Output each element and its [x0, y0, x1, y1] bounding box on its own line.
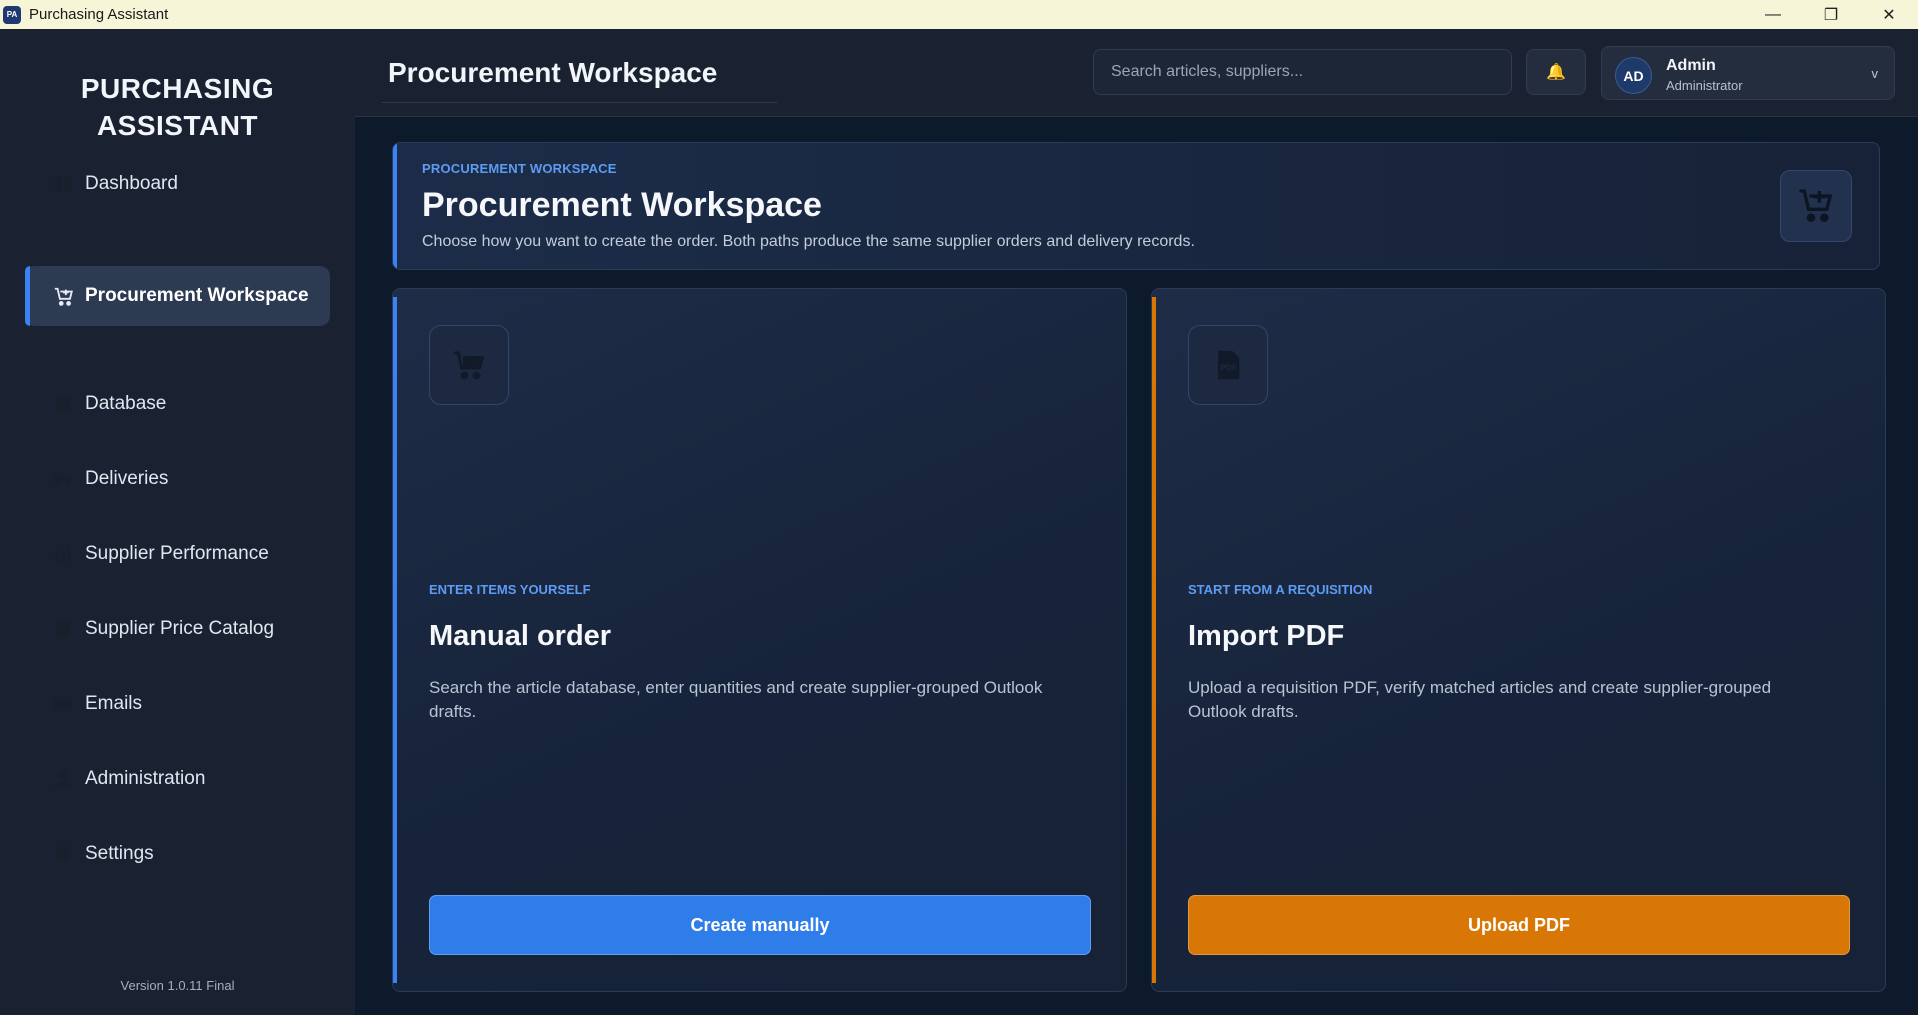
notifications-button[interactable]: 🔔	[1526, 49, 1586, 95]
sidebar-item-label: Deliveries	[85, 468, 169, 489]
main-content: PROCUREMENT WORKSPACE Procurement Worksp…	[355, 117, 1918, 1015]
window-titlebar: PA Purchasing Assistant — ❐ ✕	[0, 0, 1918, 29]
pdf-icon: PDF	[1188, 325, 1268, 405]
dashboard-icon	[53, 174, 73, 194]
sidebar-item-emails[interactable]: Emails	[25, 674, 330, 734]
app-icon: PA	[3, 5, 21, 24]
hero-title: Procurement Workspace	[422, 186, 822, 224]
cart-plus-icon	[1780, 170, 1852, 242]
version-label: Version 1.0.11 Final	[120, 978, 235, 993]
svg-text:PDF: PDF	[1220, 363, 1237, 373]
catalog-icon	[53, 619, 73, 639]
sidebar-item-deliveries[interactable]: Deliveries	[25, 449, 330, 509]
brand-line-2: ASSISTANT	[96, 110, 259, 141]
user-name: Admin	[1666, 57, 1716, 74]
card-description: Search the article database, enter quant…	[429, 678, 1043, 721]
upload-pdf-button[interactable]: Upload PDF	[1188, 895, 1850, 955]
sidebar-item-database[interactable]: Database	[25, 374, 330, 434]
database-icon	[53, 394, 73, 414]
workspace-hero-banner: PROCUREMENT WORKSPACE Procurement Worksp…	[392, 142, 1880, 270]
avatar: AD	[1615, 57, 1652, 94]
sidebar-item-supplier-performance[interactable]: Supplier Performance	[25, 524, 330, 584]
card-title: Manual order	[429, 620, 612, 652]
sidebar-item-settings[interactable]: Settings	[25, 824, 330, 884]
brand-line-1: PURCHASING	[80, 73, 275, 104]
search-input[interactable]	[1093, 49, 1512, 95]
card-description: Upload a requisition PDF, verify matched…	[1188, 678, 1772, 721]
sidebar-item-label: Supplier Performance	[85, 543, 269, 564]
maximize-button[interactable]: ❐	[1802, 0, 1860, 29]
bell-icon: 🔔	[1546, 64, 1566, 81]
hero-kicker: PROCUREMENT WORKSPACE	[422, 161, 617, 176]
cart-icon	[429, 325, 509, 405]
sidebar-item-label: Supplier Price Catalog	[85, 618, 275, 639]
admin-icon	[53, 769, 73, 789]
sidebar-item-label: Administration	[85, 768, 206, 789]
mail-icon	[53, 694, 73, 714]
sidebar-item-dashboard[interactable]: Dashboard	[25, 154, 330, 214]
sidebar-item-label: Emails	[85, 693, 143, 714]
sidebar-item-administration[interactable]: Administration	[25, 749, 330, 809]
chart-icon	[53, 544, 73, 564]
page-title: Procurement Workspace	[388, 57, 718, 88]
sidebar-item-procurement-workspace[interactable]: Procurement Workspace	[25, 266, 330, 326]
hero-description: Choose how you want to create the order.…	[422, 233, 1195, 250]
card-accent-stripe	[393, 297, 397, 983]
minimize-button[interactable]: —	[1744, 0, 1802, 29]
cart-plus-icon	[53, 286, 73, 306]
sidebar-item-label: Database	[85, 393, 167, 414]
sidebar-item-label: Dashboard	[85, 173, 178, 194]
sidebar-item-label: Procurement Workspace	[85, 285, 309, 306]
manual-order-card: ENTER ITEMS YOURSELF Manual order Search…	[392, 288, 1127, 992]
user-menu[interactable]: AD Admin Administrator v	[1601, 46, 1895, 100]
gear-icon	[53, 844, 73, 864]
card-title: Import PDF	[1188, 620, 1345, 652]
truck-icon	[53, 469, 73, 489]
create-manually-button[interactable]: Create manually	[429, 895, 1091, 955]
window-title: Purchasing Assistant	[29, 6, 169, 23]
import-pdf-card: PDF START FROM A REQUISITION Import PDF …	[1151, 288, 1886, 992]
brand-logo: PURCHASING ASSISTANT	[0, 70, 355, 144]
user-role: Administrator	[1666, 78, 1743, 93]
card-accent-stripe	[1152, 297, 1156, 983]
window-controls: — ❐ ✕	[1744, 0, 1918, 29]
close-button[interactable]: ✕	[1860, 0, 1918, 29]
sidebar-item-label: Settings	[85, 843, 154, 864]
sidebar-item-supplier-price-catalog[interactable]: Supplier Price Catalog	[25, 599, 330, 659]
chevron-down-icon: v	[1871, 66, 1879, 81]
sidebar: PURCHASING ASSISTANT Dashboard Procureme…	[0, 29, 355, 1015]
header-bar: Procurement Workspace 🔔 AD Admin Adminis…	[355, 29, 1918, 117]
title-underline	[382, 102, 777, 103]
card-kicker: START FROM A REQUISITION	[1188, 582, 1373, 597]
card-kicker: ENTER ITEMS YOURSELF	[429, 582, 591, 597]
